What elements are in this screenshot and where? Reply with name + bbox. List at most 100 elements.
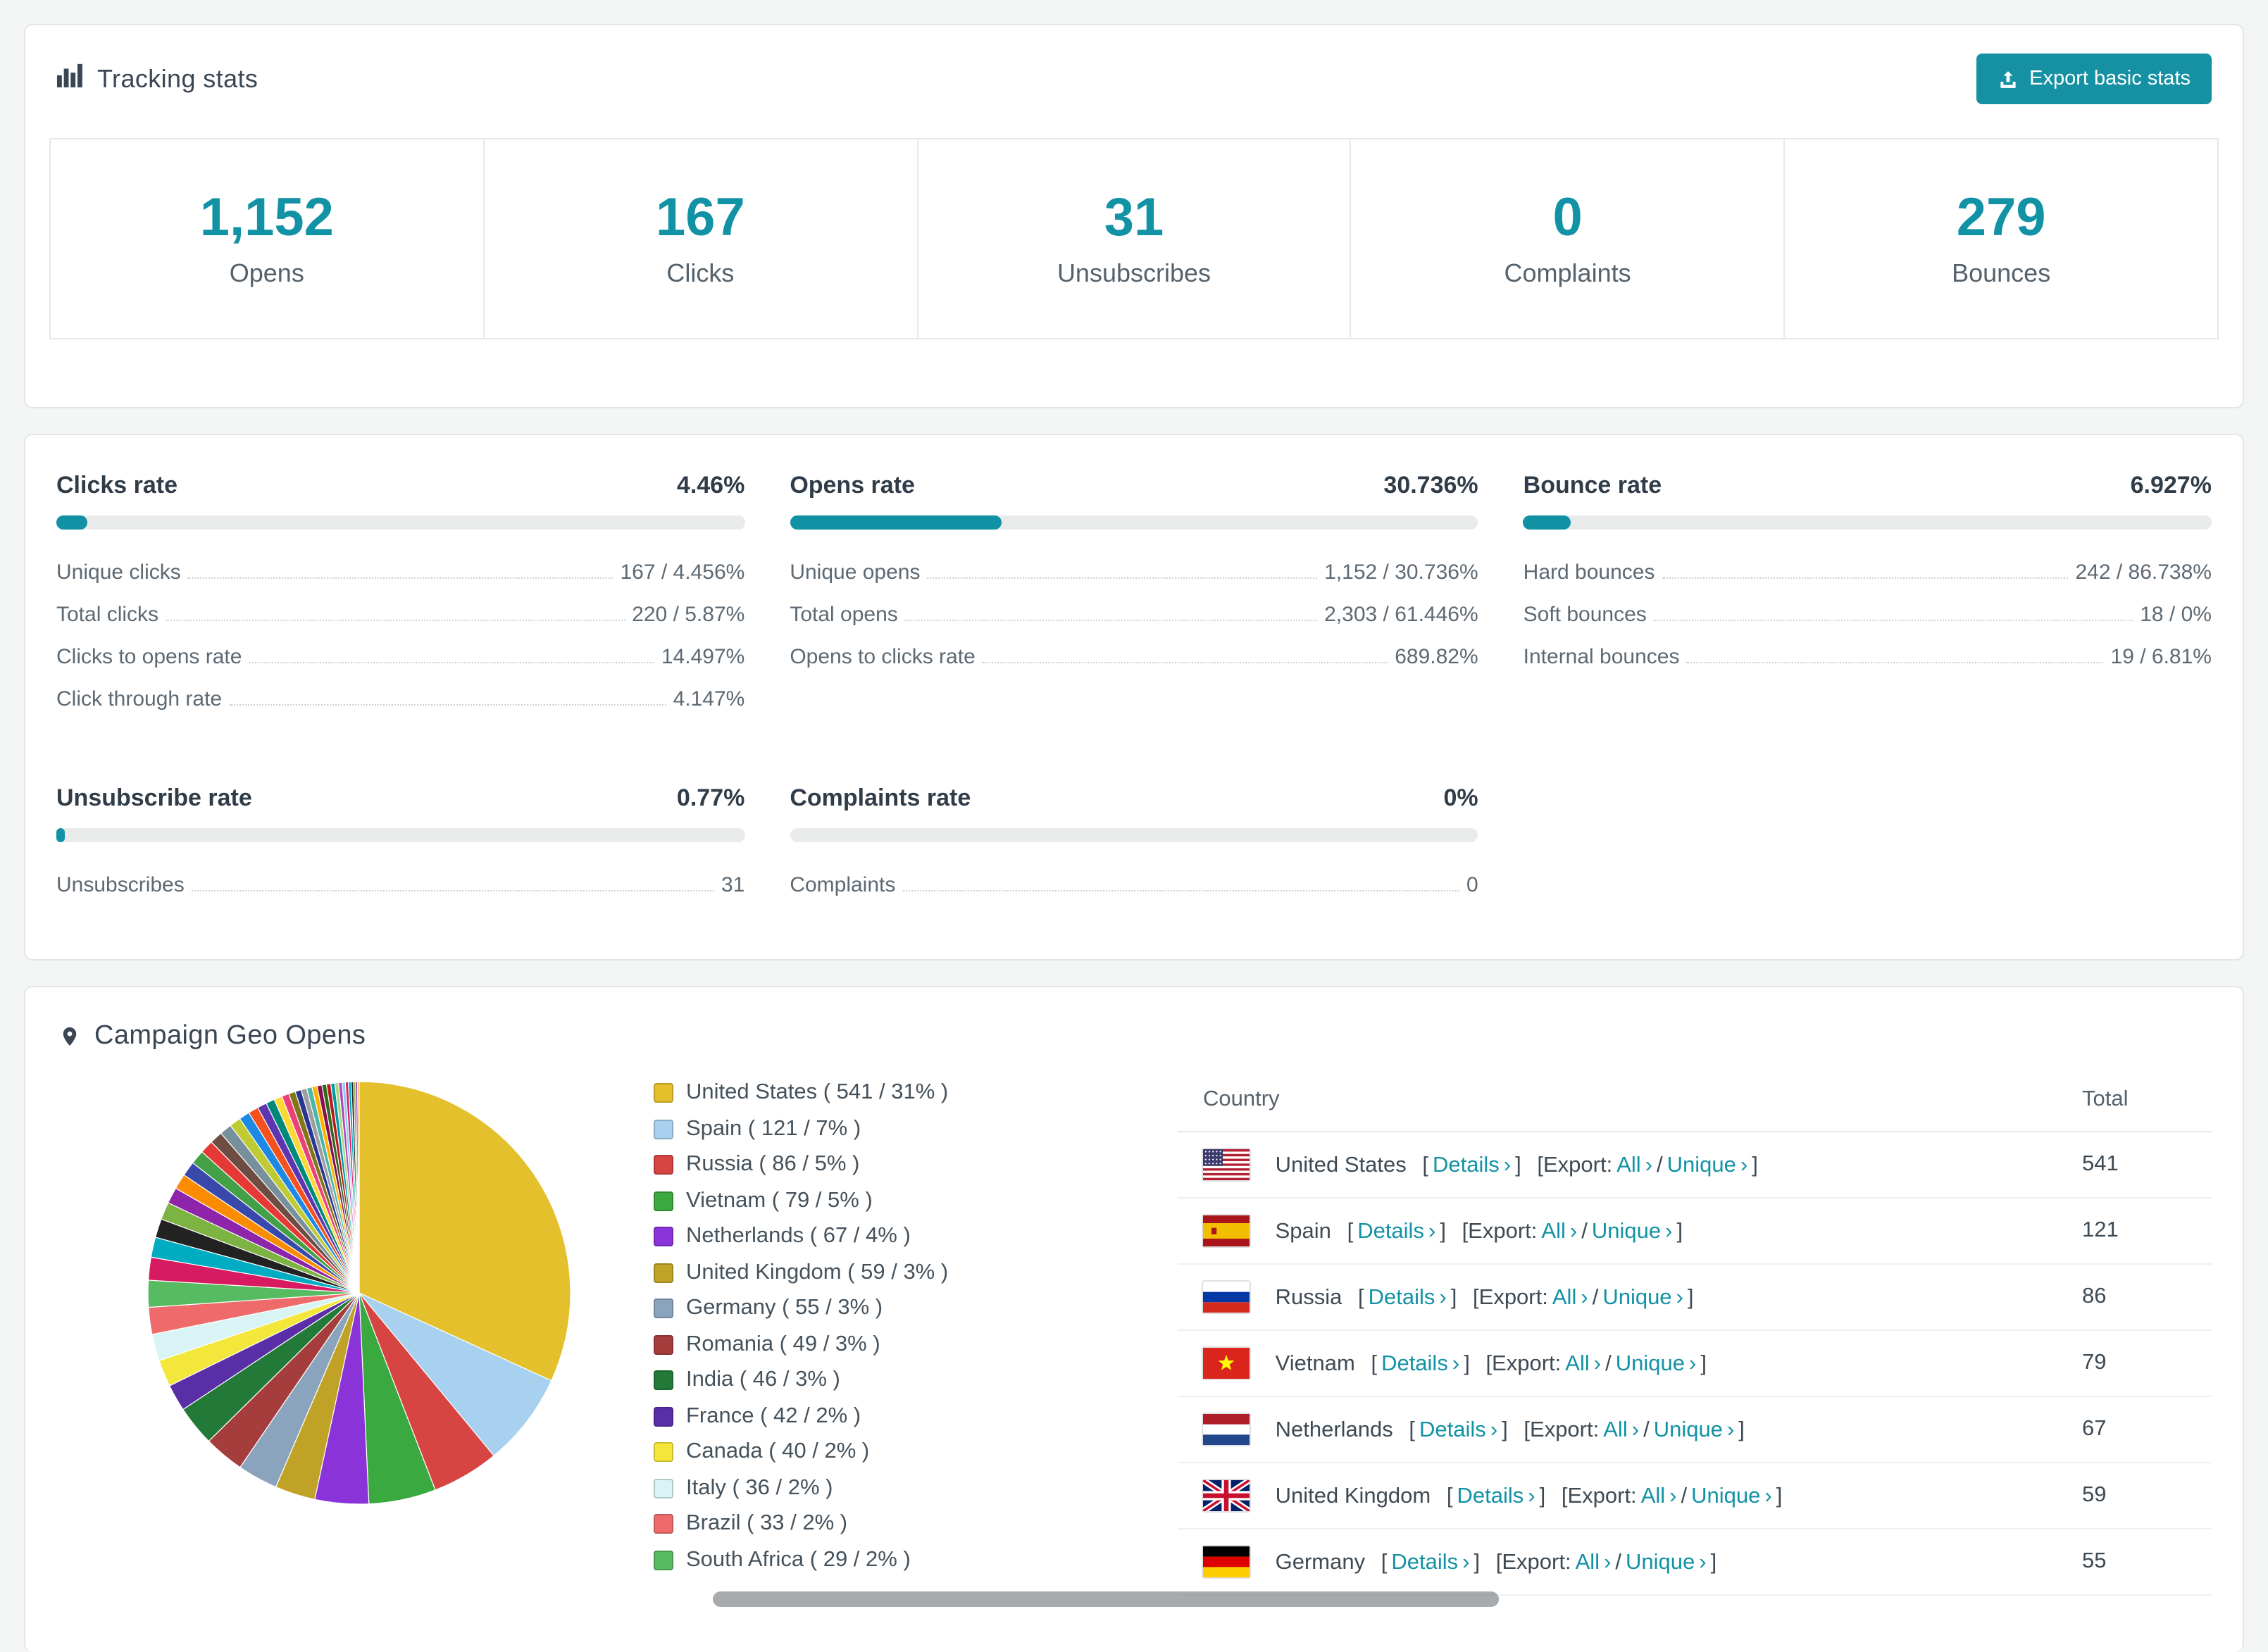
country-total: 67 (2057, 1396, 2212, 1463)
dotted-leader (249, 661, 654, 663)
stat-value: 167 (655, 189, 745, 248)
chevron-right-icon: › (1764, 1484, 1772, 1508)
geo-table-header-row: Country Total (1178, 1069, 2212, 1132)
export-unique-link[interactable]: Unique › (1626, 1551, 1707, 1575)
geo-table-row: Netherlands [Details ›] [Export: All › / Uniq… (1178, 1396, 2212, 1463)
export-unique-link[interactable]: Unique › (1602, 1286, 1683, 1310)
country-column-header: Country (1178, 1069, 2057, 1132)
legend-swatch (654, 1442, 673, 1462)
export-unique-link[interactable]: Unique › (1667, 1153, 1748, 1177)
rate-row-label: Soft bounces (1523, 602, 1647, 626)
bracket-open: [ (1409, 1418, 1416, 1442)
bracket-open: [ (1422, 1153, 1428, 1177)
rate-row-label: Click through rate (56, 687, 223, 711)
progress-bar-fill (56, 828, 65, 842)
chevron-right-icon: › (1439, 1286, 1447, 1310)
bracket-close: ] (1440, 1220, 1446, 1244)
details-link[interactable]: Details › (1457, 1484, 1535, 1508)
bar-chart-icon (56, 62, 83, 96)
bracket-close: ] (1738, 1418, 1745, 1442)
rate-row-value: 19 / 6.81% (2110, 644, 2212, 668)
export-label: [Export: (1485, 1352, 1562, 1376)
rate-row: Clicks to opens rate 14.497% (56, 635, 744, 677)
export-unique-link[interactable]: Unique › (1592, 1220, 1673, 1244)
chevron-right-icon: › (1726, 1418, 1735, 1442)
slash-separator: / (1581, 1220, 1588, 1244)
export-all-link[interactable]: All › (1603, 1418, 1639, 1442)
rate-row-value: 0 (1466, 872, 1478, 896)
progress-bar-track (790, 828, 1478, 842)
rate-row-label: Unique opens (790, 560, 921, 584)
chevron-right-icon: › (1490, 1418, 1498, 1442)
bracket-close: ] (1539, 1484, 1546, 1508)
stat-label: Bounces (1952, 259, 2051, 287)
rate-row-label: Internal bounces (1523, 644, 1680, 668)
geo-table-row: United States [Details ›] [Export: All › / Un… (1178, 1132, 2212, 1199)
legend-swatch (654, 1119, 673, 1139)
country-name: Spain (1275, 1220, 1331, 1244)
details-link[interactable]: Details › (1357, 1220, 1435, 1244)
rate-block: Opens rate 30.736% Unique opens 1,152 / … (790, 472, 1478, 720)
rate-row: Unique clicks 167 / 4.456% (56, 551, 744, 593)
export-basic-stats-button[interactable]: Export basic stats (1976, 54, 2212, 104)
geo-table-row: Spain [Details ›] [Export: All › / Unique ›] 1… (1178, 1198, 2212, 1265)
chevron-right-icon: › (1604, 1551, 1612, 1575)
rate-row-value: 18 / 0% (2140, 602, 2212, 626)
rate-block: Unsubscribe rate 0.77% Unsubscribes 31 (56, 784, 745, 906)
legend-swatch (654, 1155, 673, 1175)
export-all-link[interactable]: All › (1541, 1220, 1577, 1244)
bracket-close: ] (1700, 1352, 1707, 1376)
export-all-link[interactable]: All › (1576, 1551, 1612, 1575)
dotted-leader (187, 577, 613, 578)
export-label: [Export: (1524, 1418, 1600, 1442)
legend-item: Russia ( 86 / 5% ) (654, 1152, 1149, 1177)
export-unique-link[interactable]: Unique › (1616, 1352, 1697, 1376)
page: Tracking stats Export basic stats 1,152 … (0, 0, 2268, 1652)
flag-ru-icon (1203, 1282, 1250, 1313)
stat-label: Opens (229, 259, 304, 287)
stat-value: 1,152 (199, 189, 334, 248)
country-cell: United Kingdom [Details ›] [Export: All › / U… (1178, 1463, 2057, 1529)
chevron-right-icon: › (1593, 1352, 1602, 1376)
details-link[interactable]: Details › (1391, 1551, 1469, 1575)
rate-percent: 0.77% (676, 784, 745, 811)
chevron-right-icon: › (1503, 1153, 1512, 1177)
progress-bar-track (790, 515, 1478, 530)
rate-block: Clicks rate 4.46% Unique clicks 167 / 4.… (56, 472, 745, 720)
rate-head: Opens rate 30.736% (790, 472, 1478, 500)
export-all-link[interactable]: All › (1616, 1153, 1652, 1177)
export-all-link[interactable]: All › (1552, 1286, 1588, 1310)
details-link[interactable]: Details › (1369, 1286, 1447, 1310)
rate-row-value: 2,303 / 61.446% (1324, 602, 1478, 626)
details-link[interactable]: Details › (1419, 1418, 1497, 1442)
rate-row-label: Total opens (790, 602, 898, 626)
country-cell: Spain [Details ›] [Export: All › / Unique ›] (1178, 1198, 2057, 1265)
export-all-link[interactable]: All › (1565, 1352, 1601, 1376)
country-name: United Kingdom (1275, 1484, 1431, 1508)
rate-row: Click through rate 4.147% (56, 677, 744, 720)
details-link[interactable]: Details › (1433, 1153, 1511, 1177)
rate-row-label: Hard bounces (1523, 560, 1655, 584)
legend-item: Romania ( 49 / 3% ) (654, 1332, 1149, 1357)
export-unique-link[interactable]: Unique › (1654, 1418, 1735, 1442)
export-unique-link[interactable]: Unique › (1691, 1484, 1772, 1508)
geo-table-row: Vietnam [Details ›] [Export: All › / Unique ›]… (1178, 1330, 2212, 1397)
chevron-right-icon: › (1699, 1551, 1707, 1575)
legend-swatch (654, 1478, 673, 1498)
stats-row: 1,152 Opens 167 Clicks 31 Unsubscribes 0… (49, 138, 2219, 339)
chevron-right-icon: › (1676, 1286, 1683, 1310)
legend-label: Vietnam ( 79 / 5% ) (686, 1188, 873, 1212)
export-label: [Export: (1473, 1286, 1548, 1310)
country-name: Russia (1275, 1286, 1342, 1310)
country-cell: Vietnam [Details ›] [Export: All › / Unique ›] (1178, 1330, 2057, 1397)
rate-row-value: 220 / 5.87% (632, 602, 745, 626)
rate-head: Unsubscribe rate 0.77% (56, 784, 744, 813)
flag-es-icon (1203, 1215, 1250, 1246)
export-label: [Export: (1537, 1153, 1613, 1177)
details-link[interactable]: Details › (1381, 1352, 1459, 1376)
bracket-close: ] (1502, 1418, 1508, 1442)
horizontal-scrollbar-thumb[interactable] (713, 1591, 1499, 1607)
export-all-link[interactable]: All › (1641, 1484, 1677, 1508)
slash-separator: / (1643, 1418, 1650, 1442)
geo-table: Country Total United States [Details ›] [… (1178, 1069, 2212, 1596)
